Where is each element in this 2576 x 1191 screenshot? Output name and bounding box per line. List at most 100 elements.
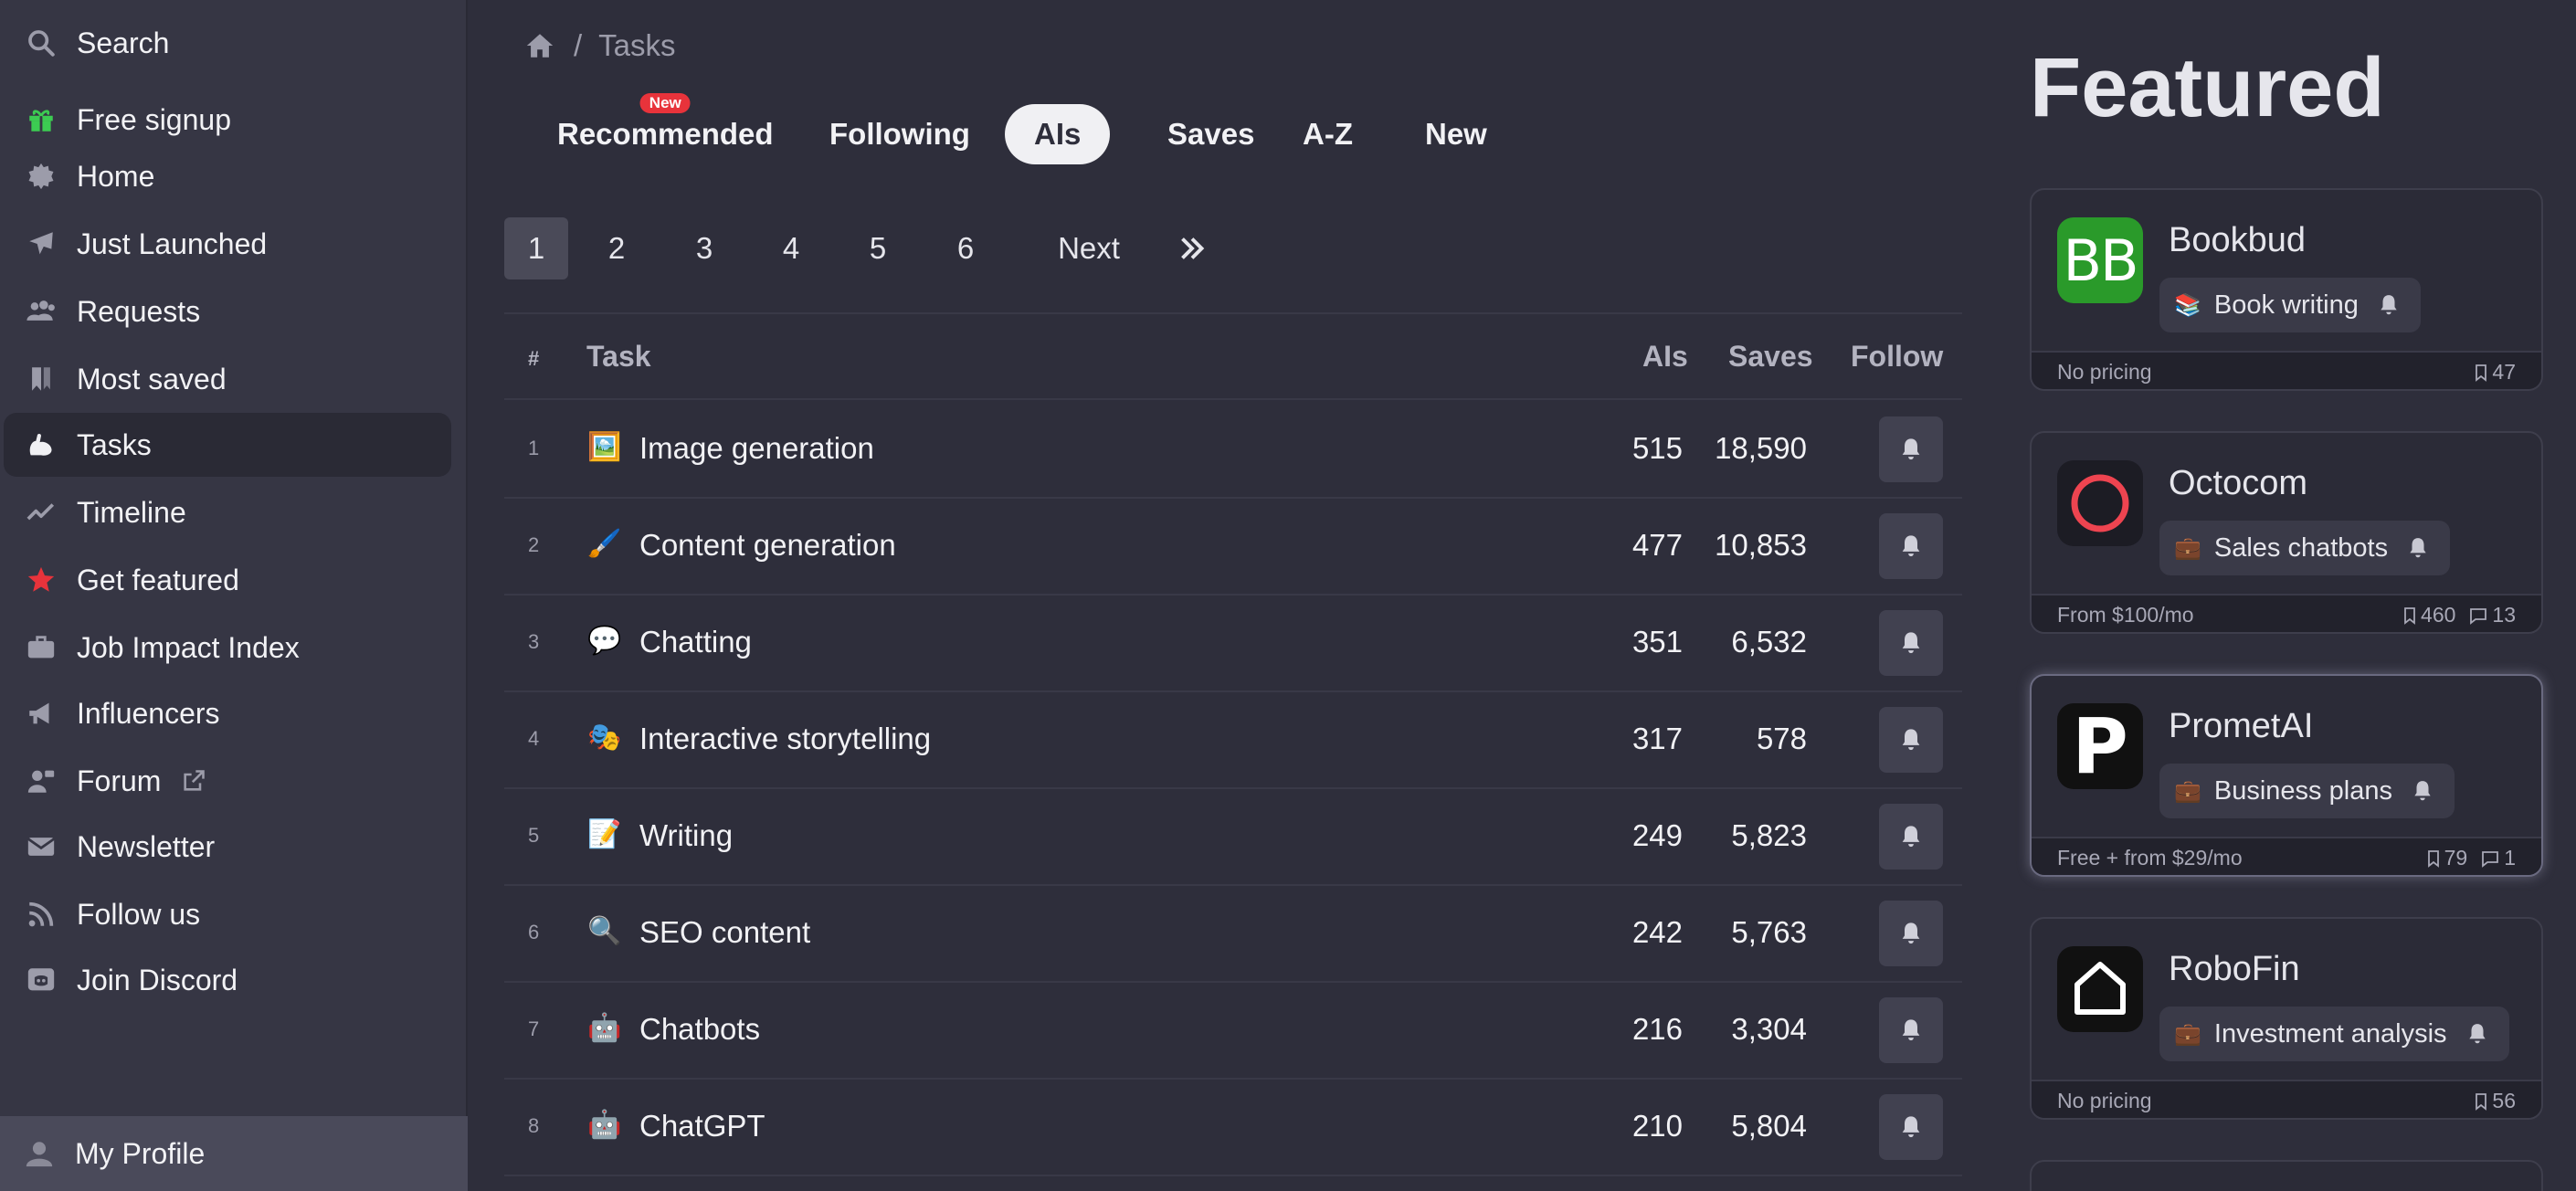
tab-ais[interactable]: AIs <box>1005 104 1111 164</box>
table-row[interactable]: 7 🤖 Chatbots 216 3,304 <box>504 983 1962 1080</box>
table-row[interactable]: 4 🎭 Interactive storytelling 317 578 <box>504 692 1962 789</box>
sidebar-item-label: Forum <box>77 764 162 797</box>
sidebar-item-follow-us[interactable]: Follow us <box>4 882 451 946</box>
task-name[interactable]: Content generation <box>639 528 896 563</box>
follow-button[interactable] <box>1879 416 1943 482</box>
bell-icon[interactable] <box>2406 536 2430 560</box>
card-tag[interactable]: 📚 Book writing <box>2159 278 2421 332</box>
table-row[interactable]: 8 🤖 ChatGPT 210 5,804 <box>504 1080 1962 1176</box>
tab-recommended[interactable]: New Recommended <box>528 93 803 164</box>
tab-saves[interactable]: Saves <box>1138 104 1283 164</box>
table-row[interactable]: 2 🖌️ Content generation 477 10,853 <box>504 499 1962 596</box>
featured-card-bookbud[interactable]: BB Bookbud 📚 Book writing No pricing 47 <box>2030 188 2543 391</box>
row-number: 4 <box>528 727 540 750</box>
page-6-button[interactable]: 6 <box>934 217 998 279</box>
tab-following[interactable]: Following <box>800 104 999 164</box>
sidebar-item-job-impact-index[interactable]: Job Impact Index <box>4 616 451 680</box>
sidebar-item-tasks[interactable]: Tasks <box>4 413 451 477</box>
bell-icon[interactable] <box>2377 293 2401 317</box>
card-name[interactable]: Bookbud <box>2169 221 2306 260</box>
envelope-icon <box>22 827 60 866</box>
header-saves[interactable]: Saves <box>1728 340 1813 374</box>
tab-label: Saves <box>1167 117 1255 151</box>
task-emoji: 🖌️ <box>587 529 622 559</box>
card-saves: 47 <box>2492 360 2516 384</box>
tab-a-z[interactable]: A-Z <box>1273 104 1382 164</box>
sidebar-item-join-discord[interactable]: Join Discord <box>4 948 451 1012</box>
follow-button[interactable] <box>1879 997 1943 1063</box>
task-name[interactable]: SEO content <box>639 915 810 950</box>
card-name[interactable]: PrometAI <box>2169 707 2313 746</box>
card-stats: 47 <box>2474 360 2516 385</box>
briefcase-icon <box>22 628 60 667</box>
task-name[interactable]: Chatting <box>639 625 752 659</box>
task-ais-count: 249 <box>1631 818 1683 852</box>
header-task[interactable]: Task <box>586 340 651 374</box>
featured-card-robofin[interactable]: RoboFin 💼 Investment analysis No pricing… <box>2030 917 2543 1120</box>
card-name[interactable]: Octocom <box>2169 464 2307 503</box>
table-row[interactable]: 1 🖼️ Image generation 515 18,590 <box>504 402 1962 499</box>
sidebar-item-timeline[interactable]: Timeline <box>4 480 451 544</box>
task-ais-count: 210 <box>1631 1109 1683 1143</box>
follow-button[interactable] <box>1879 804 1943 870</box>
sidebar-item-newsletter[interactable]: Newsletter <box>4 815 451 879</box>
sidebar-item-just-launched[interactable]: Just Launched <box>4 212 451 276</box>
follow-button[interactable] <box>1879 1094 1943 1160</box>
table-row[interactable]: 5 📝 Writing 249 5,823 <box>504 789 1962 886</box>
card-tag[interactable]: 💼 Business plans <box>2159 764 2455 818</box>
sidebar-item-requests[interactable]: Requests <box>4 279 451 343</box>
sidebar-item-label: Search <box>77 26 170 59</box>
sidebar-item-influencers[interactable]: Influencers <box>4 681 451 745</box>
featured-card-prometai[interactable]: P PrometAI 💼 Business plans Free + from … <box>2030 674 2543 877</box>
bookbud-logo: BB <box>2057 217 2143 303</box>
header-ais[interactable]: AIs <box>1642 340 1688 374</box>
featured-card-next[interactable] <box>2030 1160 2543 1191</box>
task-emoji: 🖼️ <box>587 432 622 462</box>
task-name[interactable]: Image generation <box>639 431 874 466</box>
profile-label: My Profile <box>75 1136 206 1170</box>
follow-button[interactable] <box>1879 707 1943 773</box>
bell-icon[interactable] <box>2465 1022 2489 1046</box>
table-row[interactable]: 6 🔍 SEO content 242 5,763 <box>504 886 1962 983</box>
task-name[interactable]: Chatbots <box>639 1012 760 1047</box>
tab-new[interactable]: New <box>1396 104 1516 164</box>
home-icon[interactable] <box>524 30 555 61</box>
card-name[interactable]: RoboFin <box>2169 950 2300 989</box>
last-page-button[interactable] <box>1160 217 1224 279</box>
sidebar-item-forum[interactable]: Forum <box>4 749 451 813</box>
card-stats: 460 13 <box>2402 603 2516 627</box>
sidebar-item-home[interactable]: Home <box>4 144 451 208</box>
follow-button[interactable] <box>1879 610 1943 676</box>
card-saves: 56 <box>2492 1089 2516 1112</box>
next-page-button[interactable]: Next <box>1034 217 1144 279</box>
page-3-button[interactable]: 3 <box>672 217 736 279</box>
tab-label: New <box>1425 117 1487 151</box>
sidebar-item-search[interactable]: Search <box>4 11 451 75</box>
sidebar-item-get-featured[interactable]: Get featured <box>4 548 451 612</box>
tab-label: Recommended <box>557 117 774 151</box>
table-row[interactable]: 3 💬 Chatting 351 6,532 <box>504 596 1962 692</box>
page-5-button[interactable]: 5 <box>846 217 910 279</box>
sidebar-item-most-saved[interactable]: Most saved <box>4 347 451 411</box>
bell-icon[interactable] <box>2411 779 2434 803</box>
follow-button[interactable] <box>1879 901 1943 966</box>
card-tag[interactable]: 💼 Investment analysis <box>2159 1007 2509 1061</box>
card-tag[interactable]: 💼 Sales chatbots <box>2159 521 2451 575</box>
follow-button[interactable] <box>1879 513 1943 579</box>
page-2-button[interactable]: 2 <box>585 217 649 279</box>
sidebar-item-free-signup[interactable]: Free signup <box>4 88 451 152</box>
card-stats: 79 1 <box>2426 846 2516 870</box>
my-profile-button[interactable]: My Profile <box>0 1116 468 1191</box>
task-ais-count: 477 <box>1631 528 1683 562</box>
featured-card-octocom[interactable]: Octocom 💼 Sales chatbots From $100/mo 46… <box>2030 431 2543 634</box>
task-name[interactable]: ChatGPT <box>639 1109 765 1144</box>
task-name[interactable]: Interactive storytelling <box>639 722 931 756</box>
person-chat-icon <box>22 762 60 800</box>
page-4-button[interactable]: 4 <box>759 217 823 279</box>
sidebar-item-label: Home <box>77 159 155 193</box>
plane-icon <box>22 225 60 263</box>
task-name[interactable]: Writing <box>639 818 733 853</box>
page-1-button[interactable]: 1 <box>504 217 568 279</box>
card-price: No pricing <box>2057 1089 2152 1112</box>
sidebar-item-label: Most saved <box>77 362 227 395</box>
